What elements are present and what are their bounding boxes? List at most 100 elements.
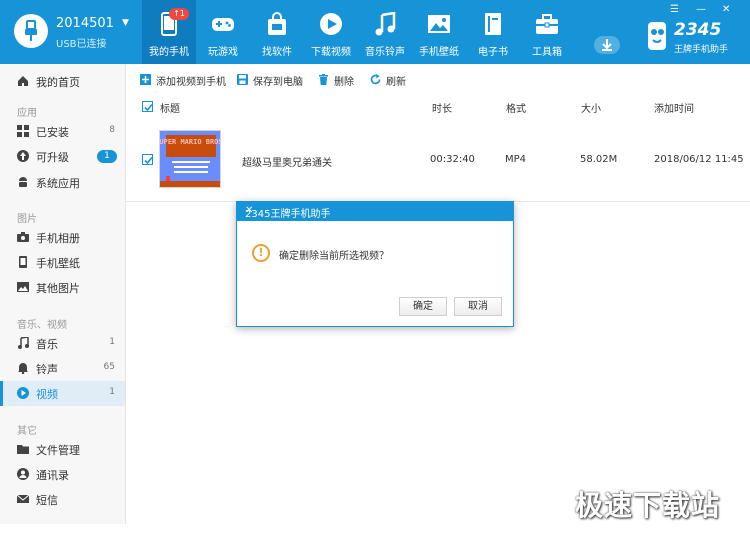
sidebar-item-contacts[interactable]: 通讯录 bbox=[0, 462, 125, 487]
sidebar-item-sms[interactable]: 短信 bbox=[0, 487, 125, 512]
warning-icon: ! bbox=[252, 244, 270, 262]
video-format: MP4 bbox=[505, 154, 527, 165]
close-window-button[interactable]: ✕ bbox=[722, 4, 730, 15]
envelope-icon bbox=[17, 494, 29, 503]
table-header: 标题 时长 格式 大小 添加时间 bbox=[126, 96, 750, 118]
column-size[interactable]: 大小 bbox=[581, 100, 601, 115]
nav-ebook[interactable]: 电子书 bbox=[466, 0, 520, 64]
nav-label: 手机壁纸 bbox=[419, 47, 459, 58]
gamepad-icon bbox=[212, 18, 234, 31]
skin-menu-icon[interactable]: ☰ bbox=[670, 4, 679, 15]
column-added-time[interactable]: 添加时间 bbox=[654, 100, 694, 115]
sidebar-item-upgradable[interactable]: 可升级 1 bbox=[0, 144, 125, 169]
sidebar-item-label: 系统应用 bbox=[36, 177, 80, 190]
nav-label: 我的手机 bbox=[149, 47, 189, 58]
nav-toolbox[interactable]: 工具箱 bbox=[520, 0, 574, 64]
sidebar-item-label: 视频 bbox=[36, 388, 58, 401]
select-all-checkbox[interactable] bbox=[142, 101, 153, 112]
sidebar-item-installed[interactable]: 已安装 8 bbox=[0, 119, 125, 144]
toolbar-label: 删除 bbox=[334, 77, 354, 88]
toolbar-label: 保存到电脑 bbox=[253, 77, 303, 88]
sidebar-item-label: 音乐 bbox=[36, 338, 58, 351]
android-icon bbox=[19, 177, 27, 187]
sidebar-item-label: 可升级 bbox=[36, 151, 69, 164]
nav-label: 玩游戏 bbox=[208, 47, 238, 58]
bell-icon bbox=[18, 363, 28, 374]
connection-status: USB已连接 bbox=[56, 39, 107, 50]
nav-label: 找软件 bbox=[262, 47, 292, 58]
nav-label: 下载视频 bbox=[311, 47, 351, 58]
row-checkbox[interactable] bbox=[142, 154, 153, 165]
nav-software[interactable]: 找软件 bbox=[250, 0, 304, 64]
toolbar-label: 刷新 bbox=[386, 77, 406, 88]
column-duration[interactable]: 时长 bbox=[432, 100, 452, 115]
nav-my-phone[interactable]: ↑1 我的手机 bbox=[142, 0, 196, 64]
section-apps: 应用 bbox=[17, 108, 37, 119]
music-note-icon bbox=[375, 12, 396, 36]
section-images: 图片 bbox=[17, 214, 37, 225]
sidebar-item-other-pictures[interactable]: 其他图片 bbox=[0, 275, 125, 300]
main-nav: ↑1 我的手机 玩游戏 找软件 下载视频 音乐铃声 手机壁纸 电子书 工具箱 bbox=[142, 0, 574, 64]
sidebar-item-label: 铃声 bbox=[36, 363, 58, 376]
item-count: 1 bbox=[109, 337, 115, 347]
sidebar-item-label: 其他图片 bbox=[36, 282, 80, 295]
video-duration: 00:32:40 bbox=[430, 154, 475, 165]
sidebar-item-label: 短信 bbox=[36, 494, 58, 507]
item-count: 8 bbox=[109, 125, 115, 135]
dialog-message: 确定删除当前所选视频？ bbox=[279, 251, 389, 262]
sidebar-item-system-apps[interactable]: 系统应用 bbox=[0, 170, 125, 195]
sidebar-item-wallpaper[interactable]: 手机壁纸 bbox=[0, 250, 125, 275]
sidebar-item-label: 手机壁纸 bbox=[36, 257, 80, 270]
sidebar-item-music[interactable]: 音乐 1 bbox=[0, 331, 125, 356]
sidebar: 我的首页 应用 已安装 8 可升级 1 系统应用 图片 手机相册 手机壁纸 其他… bbox=[0, 64, 126, 524]
refresh-icon bbox=[370, 74, 381, 85]
cancel-button[interactable]: 取消 bbox=[454, 297, 502, 316]
dialog-close-icon[interactable]: ✕ bbox=[245, 205, 507, 216]
sidebar-item-ringtone[interactable]: 铃声 65 bbox=[0, 356, 125, 381]
book-icon bbox=[485, 13, 501, 35]
minimize-button[interactable]: — bbox=[696, 4, 706, 15]
confirm-delete-dialog: 2345王牌手机助手 ✕ ! 确定删除当前所选视频？ 确定 取消 bbox=[236, 201, 514, 327]
brand-subtitle: 王牌手机助手 bbox=[674, 45, 729, 55]
nav-music[interactable]: 音乐铃声 bbox=[358, 0, 412, 64]
sidebar-item-video[interactable]: 视频 1 bbox=[0, 381, 125, 406]
device-dropdown-icon[interactable]: ▼ bbox=[122, 18, 129, 28]
video-added-time: 2018/06/12 11:45 bbox=[654, 154, 744, 165]
table-row[interactable]: SUPER MARIO BROS. 超级马里奥兄弟通关 00:32:40 MP4… bbox=[126, 118, 750, 202]
column-format[interactable]: 格式 bbox=[506, 100, 526, 115]
sidebar-item-label: 通讯录 bbox=[36, 469, 69, 482]
nav-games[interactable]: 玩游戏 bbox=[196, 0, 250, 64]
sidebar-item-label: 文件管理 bbox=[36, 444, 80, 457]
video-size: 58.02M bbox=[580, 154, 618, 165]
confirm-button[interactable]: 确定 bbox=[399, 297, 447, 316]
action-toolbar: 添加视频到手机 保存到电脑 删除 刷新 bbox=[126, 64, 750, 96]
toolbox-icon bbox=[536, 14, 558, 34]
toolbar-label: 添加视频到手机 bbox=[156, 77, 226, 88]
download-manager-button[interactable] bbox=[594, 36, 620, 54]
top-header: 2014501 USB已连接 ▼ ↑1 我的手机 玩游戏 找软件 下载视频 音乐… bbox=[0, 0, 750, 64]
nav-wallpaper[interactable]: 手机壁纸 bbox=[412, 0, 466, 64]
upgrade-badge: ↑1 bbox=[169, 8, 189, 20]
svg-text:SUPER MARIO BROS.: SUPER MARIO BROS. bbox=[160, 138, 221, 146]
device-info[interactable]: 2014501 USB已连接 ▼ bbox=[14, 12, 144, 52]
nav-download-video[interactable]: 下载视频 bbox=[304, 0, 358, 64]
brand-number: 2345 bbox=[674, 20, 722, 40]
nav-label: 音乐铃声 bbox=[365, 47, 405, 58]
save-disk-icon bbox=[237, 74, 248, 85]
item-count: 1 bbox=[109, 387, 115, 397]
image-icon bbox=[17, 282, 29, 292]
trash-icon bbox=[319, 74, 328, 85]
device-name: 2014501 bbox=[56, 16, 114, 31]
column-title[interactable]: 标题 bbox=[160, 100, 180, 115]
sidebar-item-label: 已安装 bbox=[36, 126, 69, 139]
site-watermark: 极速下载站 bbox=[575, 489, 721, 522]
dialog-titlebar: 2345王牌手机助手 ✕ bbox=[237, 202, 513, 221]
sidebar-item-home[interactable]: 我的首页 bbox=[0, 69, 125, 94]
sidebar-item-file-manager[interactable]: 文件管理 bbox=[0, 437, 125, 462]
item-count: 65 bbox=[103, 362, 115, 372]
usb-icon bbox=[14, 14, 48, 48]
sidebar-item-album[interactable]: 手机相册 bbox=[0, 225, 125, 250]
sidebar-item-label: 手机相册 bbox=[36, 232, 80, 245]
video-thumbnail[interactable]: SUPER MARIO BROS. bbox=[159, 130, 221, 188]
home-icon bbox=[18, 76, 28, 86]
